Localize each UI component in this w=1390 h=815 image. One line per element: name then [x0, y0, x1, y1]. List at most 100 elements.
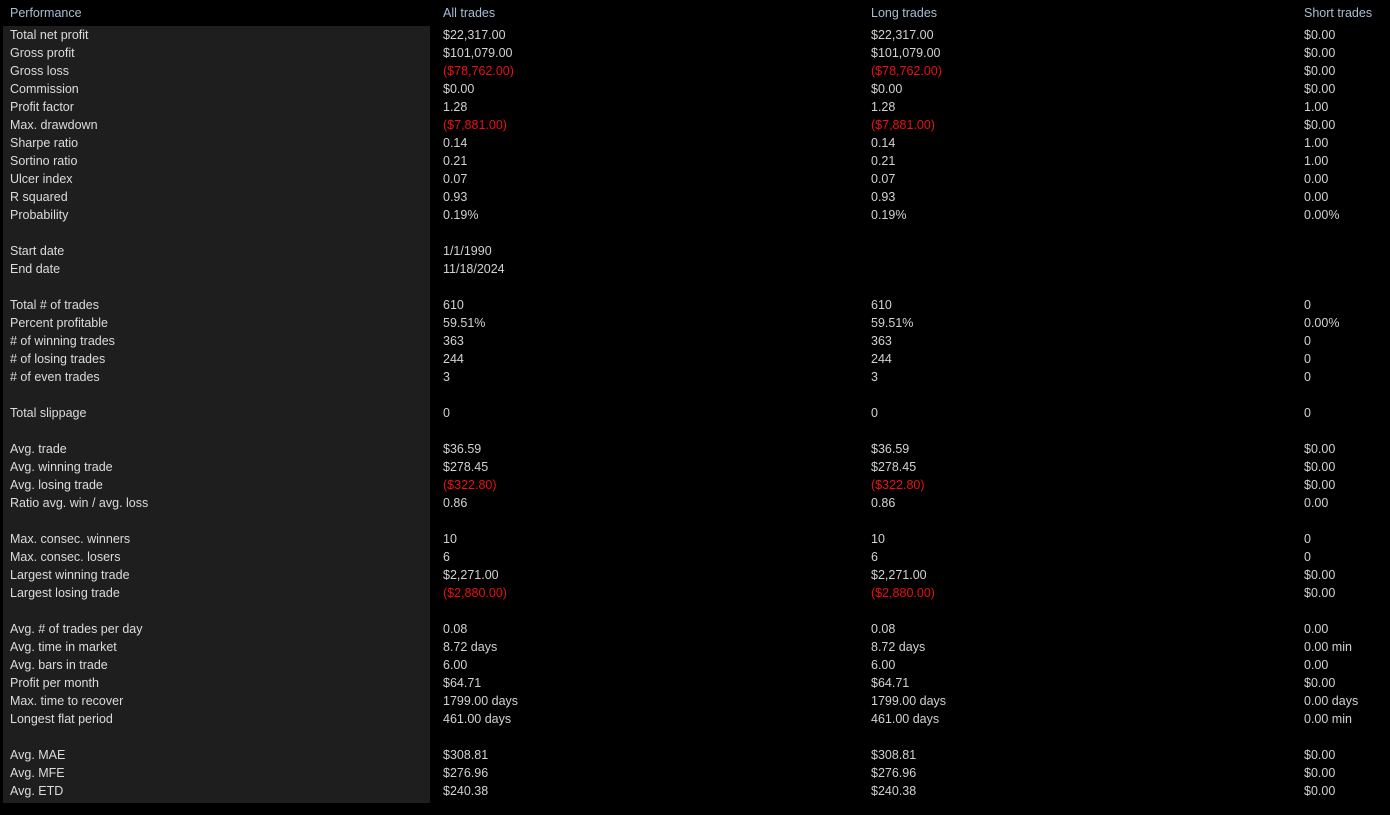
- table-row[interactable]: Total slippage 0 0 0: [0, 404, 1390, 422]
- table-row[interactable]: Ulcer index 0.07 0.07 0.00: [0, 170, 1390, 188]
- metric-value-long-trades: 10: [871, 532, 885, 546]
- metric-value-long-trades: ($2,880.00): [871, 586, 935, 600]
- metric-value-all-trades: 0.07: [443, 172, 468, 186]
- table-row[interactable]: Avg. losing trade ($322.80) ($322.80) $0.00: [0, 476, 1390, 494]
- metric-label: Ulcer index: [10, 172, 73, 186]
- metric-value-all-trades: 1.28: [443, 100, 468, 114]
- column-header-short-trades[interactable]: Short trades: [1304, 6, 1372, 20]
- metric-value-long-trades: ($78,762.00): [871, 64, 942, 78]
- performance-report: Performance All trades Long trades Short…: [0, 0, 1390, 815]
- table-row[interactable]: Total # of trades 610 610 0: [0, 296, 1390, 314]
- metric-value-long-trades: $276.96: [871, 766, 917, 780]
- metric-value-all-trades: 610: [443, 298, 464, 312]
- metric-value-long-trades: $240.38: [871, 784, 917, 798]
- metric-value-long-trades: 610: [871, 298, 892, 312]
- metric-value-long-trades: 0.14: [871, 136, 896, 150]
- metric-value-all-trades: 244: [443, 352, 464, 366]
- metric-value-all-trades: 8.72 days: [443, 640, 498, 654]
- metric-value-all-trades: $22,317.00: [443, 28, 506, 42]
- metric-value-long-trades: 6: [871, 550, 878, 564]
- metric-value-short-trades: $0.00: [1304, 478, 1336, 492]
- table-row-spacer: [0, 512, 1390, 530]
- table-row[interactable]: Start date 1/1/1990: [0, 242, 1390, 260]
- metric-value-short-trades: 0.00: [1304, 658, 1329, 672]
- table-row[interactable]: Profit factor 1.28 1.28 1.00: [0, 98, 1390, 116]
- table-row[interactable]: Sortino ratio 0.21 0.21 1.00: [0, 152, 1390, 170]
- table-row[interactable]: Max. consec. winners 10 10 0: [0, 530, 1390, 548]
- metric-value-long-trades: 0.93: [871, 190, 896, 204]
- metric-label: Total slippage: [10, 406, 87, 420]
- table-row[interactable]: Avg. bars in trade 6.00 6.00 0.00: [0, 656, 1390, 674]
- table-row[interactable]: Avg. ETD $240.38 $240.38 $0.00: [0, 782, 1390, 800]
- column-header-long-trades[interactable]: Long trades: [871, 6, 937, 20]
- metric-label: Max. drawdown: [10, 118, 98, 132]
- table-row[interactable]: # of winning trades 363 363 0: [0, 332, 1390, 350]
- table-row[interactable]: Avg. MFE $276.96 $276.96 $0.00: [0, 764, 1390, 782]
- metric-value-short-trades: 0: [1304, 406, 1311, 420]
- table-row[interactable]: Total net profit $22,317.00 $22,317.00 $0.0…: [0, 26, 1390, 44]
- table-row[interactable]: Longest flat period 461.00 days 461.00 day…: [0, 710, 1390, 728]
- table-row[interactable]: R squared 0.93 0.93 0.00: [0, 188, 1390, 206]
- metric-value-short-trades: 1.00: [1304, 154, 1329, 168]
- table-row[interactable]: Sharpe ratio 0.14 0.14 1.00: [0, 134, 1390, 152]
- table-row[interactable]: Commission $0.00 $0.00 $0.00: [0, 80, 1390, 98]
- metric-value-all-trades: ($2,880.00): [443, 586, 507, 600]
- column-header-performance[interactable]: Performance: [10, 6, 82, 20]
- table-row[interactable]: # of even trades 3 3 0: [0, 368, 1390, 386]
- metric-value-all-trades: ($78,762.00): [443, 64, 514, 78]
- column-header-all-trades[interactable]: All trades: [443, 6, 495, 20]
- metric-value-all-trades: 59.51%: [443, 316, 486, 330]
- metric-value-short-trades: 0.00%: [1304, 316, 1340, 330]
- metric-value-long-trades: 0.86: [871, 496, 896, 510]
- metric-value-long-trades: $22,317.00: [871, 28, 934, 42]
- table-row[interactable]: Largest losing trade ($2,880.00) ($2,880.0…: [0, 584, 1390, 602]
- table-row[interactable]: Max. drawdown ($7,881.00) ($7,881.00) $0.00: [0, 116, 1390, 134]
- table-row[interactable]: Ratio avg. win / avg. loss 0.86 0.86 0.00: [0, 494, 1390, 512]
- metric-label: Max. time to recover: [10, 694, 124, 708]
- table-row[interactable]: Max. consec. losers 6 6 0: [0, 548, 1390, 566]
- metric-value-long-trades: 0.19%: [871, 208, 907, 222]
- metric-value-long-trades: 363: [871, 334, 892, 348]
- table-row[interactable]: Gross profit $101,079.00 $101,079.00 $0.00: [0, 44, 1390, 62]
- metric-value-long-trades: 3: [871, 370, 878, 384]
- metric-label: Sortino ratio: [10, 154, 78, 168]
- table-row[interactable]: # of losing trades 244 244 0: [0, 350, 1390, 368]
- metric-label: Probability: [10, 208, 69, 222]
- metric-value-long-trades: 0.08: [871, 622, 896, 636]
- metric-value-short-trades: 0.00 days: [1304, 694, 1359, 708]
- table-row[interactable]: Avg. winning trade $278.45 $278.45 $0.00: [0, 458, 1390, 476]
- table-row[interactable]: Probability 0.19% 0.19% 0.00%: [0, 206, 1390, 224]
- metric-value-short-trades: $0.00: [1304, 442, 1336, 456]
- table-row[interactable]: Percent profitable 59.51% 59.51% 0.00%: [0, 314, 1390, 332]
- metric-value-all-trades: $2,271.00: [443, 568, 499, 582]
- metric-value-long-trades: 59.51%: [871, 316, 914, 330]
- metric-label: Avg. ETD: [10, 784, 64, 798]
- table-row[interactable]: Avg. trade $36.59 $36.59 $0.00: [0, 440, 1390, 458]
- metric-label: Gross loss: [10, 64, 70, 78]
- metric-value-all-trades: 0.93: [443, 190, 468, 204]
- metric-label: Avg. # of trades per day: [10, 622, 143, 636]
- metric-label: Start date: [10, 244, 65, 258]
- metric-value-short-trades: $0.00: [1304, 460, 1336, 474]
- table-row[interactable]: Profit per month $64.71 $64.71 $0.00: [0, 674, 1390, 692]
- metric-value-all-trades: $278.45: [443, 460, 489, 474]
- metric-value-all-trades: $0.00: [443, 82, 475, 96]
- metric-value-short-trades: 0: [1304, 334, 1311, 348]
- metric-value-long-trades: ($322.80): [871, 478, 925, 492]
- metric-label: Avg. bars in trade: [10, 658, 108, 672]
- table-row[interactable]: End date 11/18/2024: [0, 260, 1390, 278]
- table-row[interactable]: Avg. MAE $308.81 $308.81 $0.00: [0, 746, 1390, 764]
- table-row-spacer: [0, 386, 1390, 404]
- metric-value-long-trades: ($7,881.00): [871, 118, 935, 132]
- table-row[interactable]: Largest winning trade $2,271.00 $2,271.00 $…: [0, 566, 1390, 584]
- metric-value-short-trades: 0.00 min: [1304, 640, 1352, 654]
- metric-value-short-trades: $0.00: [1304, 568, 1336, 582]
- metric-value-short-trades: 0: [1304, 298, 1311, 312]
- table-row[interactable]: Gross loss ($78,762.00) ($78,762.00) $0.00: [0, 62, 1390, 80]
- metric-value-long-trades: $101,079.00: [871, 46, 941, 60]
- table-row[interactable]: Max. time to recover 1799.00 days 1799.00 …: [0, 692, 1390, 710]
- metric-value-long-trades: $2,271.00: [871, 568, 927, 582]
- table-row[interactable]: Avg. time in market 8.72 days 8.72 days 0.0…: [0, 638, 1390, 656]
- metric-value-short-trades: 0.00: [1304, 172, 1329, 186]
- table-row[interactable]: Avg. # of trades per day 0.08 0.08 0.00: [0, 620, 1390, 638]
